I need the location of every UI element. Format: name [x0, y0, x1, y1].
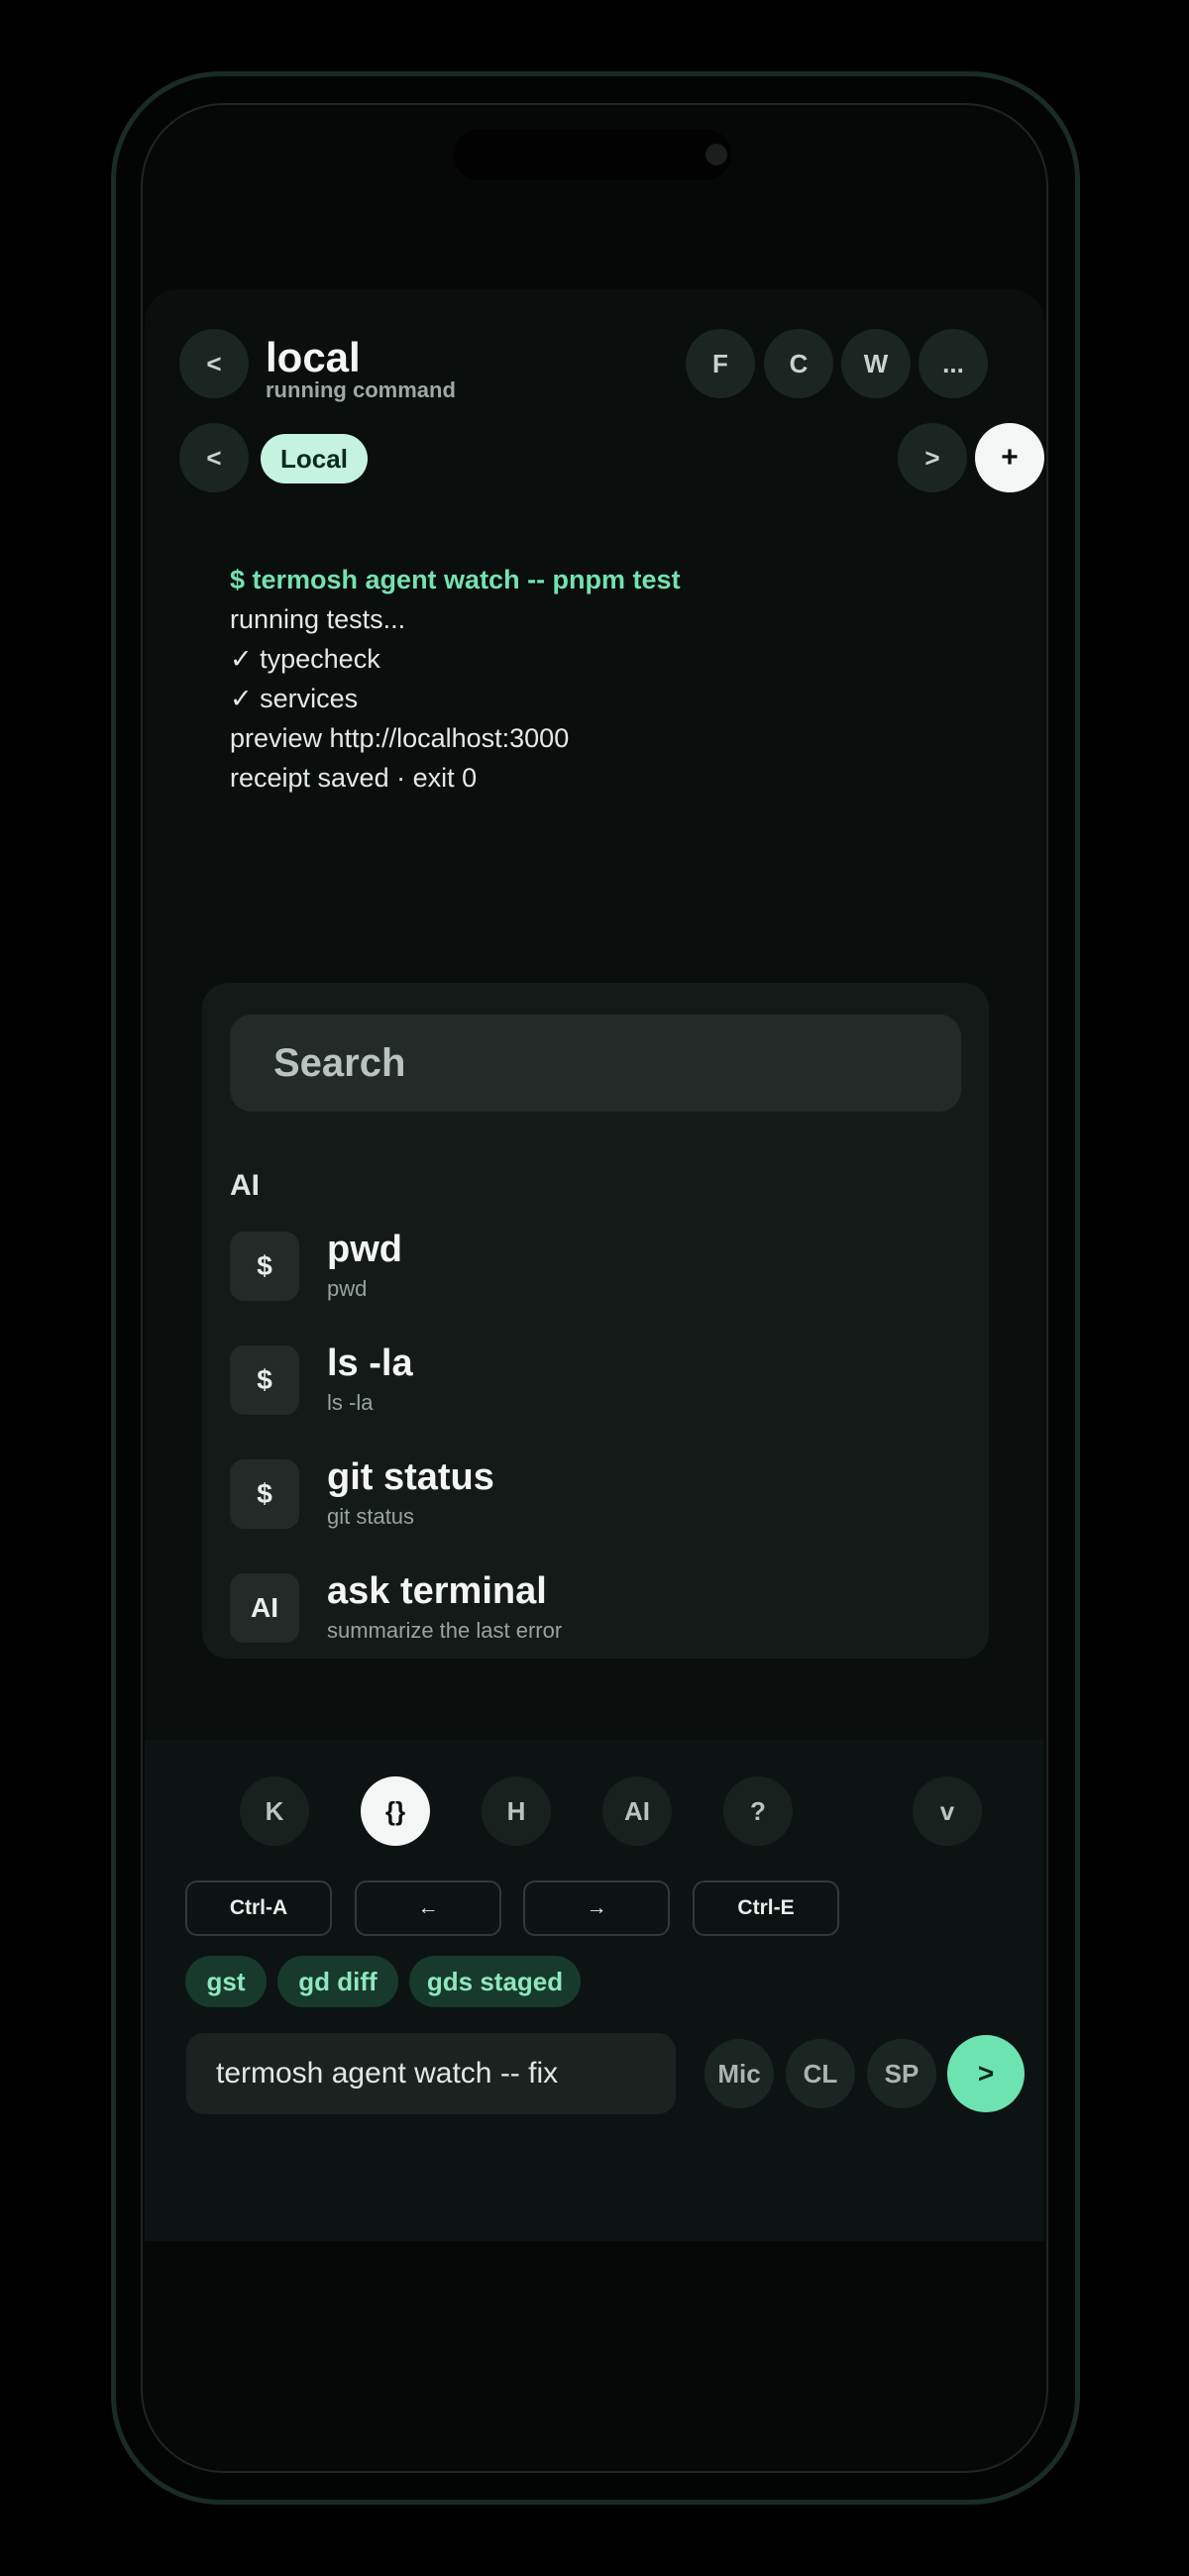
ai-icon: AI [230, 1573, 299, 1643]
snippet-chip-gd-diff[interactable]: gd diff [277, 1956, 398, 2007]
key-right-arrow[interactable]: → [523, 1880, 670, 1936]
terminal-line: preview http://localhost:3000 [230, 723, 570, 753]
key-left-arrow[interactable]: ← [355, 1880, 501, 1936]
key-ctrl-a[interactable]: Ctrl-A [185, 1880, 332, 1936]
snippet-chip-gds-staged[interactable]: gds staged [409, 1956, 581, 2007]
terminal-output: $ termosh agent watch -- pnpm test runni… [230, 560, 681, 798]
command-input[interactable] [216, 2057, 676, 2091]
command-input-field[interactable] [186, 2033, 676, 2114]
key-ctrl-e[interactable]: Ctrl-E [693, 1880, 839, 1936]
clear-button[interactable]: CL [786, 2039, 855, 2108]
palette-item-subtitle: ls -la [327, 1390, 374, 1415]
terminal-line: $ termosh agent watch -- pnpm test [230, 565, 681, 594]
mic-button[interactable]: Mic [704, 2039, 774, 2108]
more-button[interactable]: ... [919, 329, 988, 398]
send-button[interactable]: > [947, 2035, 1025, 2112]
header-action-f-button[interactable]: F [686, 329, 755, 398]
add-tab-button[interactable]: + [975, 423, 1044, 492]
terminal-icon: $ [230, 1345, 299, 1415]
palette-item-title[interactable]: ls -la [327, 1342, 413, 1385]
terminal-icon: $ [230, 1232, 299, 1301]
back-button[interactable]: < [179, 329, 249, 398]
sp-button[interactable]: SP [867, 2039, 936, 2108]
header-action-c-button[interactable]: C [764, 329, 833, 398]
tab-prev-button[interactable]: < [179, 423, 249, 492]
header-action-w-button[interactable]: W [841, 329, 911, 398]
snippet-chip-gst[interactable]: gst [185, 1956, 267, 2007]
mode-k-button[interactable]: K [240, 1776, 309, 1846]
mode-braces-button[interactable]: {} [361, 1776, 430, 1846]
tab-next-button[interactable]: > [898, 423, 967, 492]
mode-h-button[interactable]: H [482, 1776, 551, 1846]
palette-item-subtitle: pwd [327, 1276, 368, 1301]
terminal-line: running tests... [230, 604, 406, 634]
mode-ai-button[interactable]: AI [602, 1776, 672, 1846]
dynamic-island [454, 129, 731, 180]
terminal-line: ✓ typecheck [230, 644, 380, 674]
search-input[interactable]: Search [230, 1015, 961, 1112]
terminal-line: ✓ services [230, 684, 359, 713]
tab-local[interactable]: Local [261, 434, 368, 483]
camera-dot [705, 144, 727, 165]
session-status: running command [266, 377, 456, 402]
terminal-icon: $ [230, 1459, 299, 1529]
palette-item-title[interactable]: git status [327, 1456, 494, 1499]
palette-item-title[interactable]: ask terminal [327, 1570, 547, 1613]
palette-item-subtitle: summarize the last error [327, 1618, 563, 1643]
palette-item-subtitle: git status [327, 1504, 415, 1529]
section-label: AI [230, 1169, 260, 1202]
terminal-line: receipt saved · exit 0 [230, 763, 478, 793]
collapse-button[interactable]: v [913, 1776, 982, 1846]
session-title: local [266, 334, 361, 380]
help-button[interactable]: ? [723, 1776, 793, 1846]
palette-item-title[interactable]: pwd [327, 1229, 402, 1271]
